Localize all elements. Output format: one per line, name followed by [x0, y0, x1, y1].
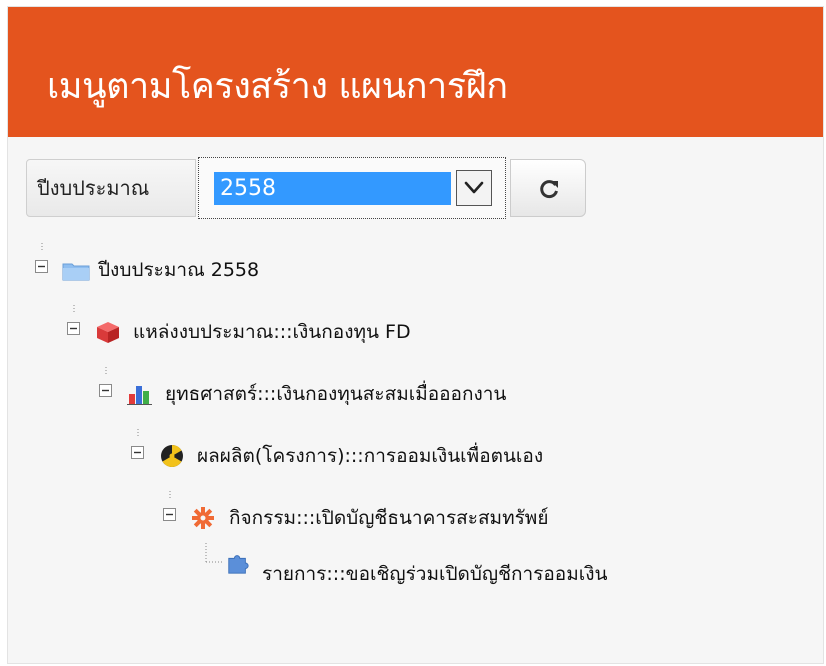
collapse-icon[interactable] [35, 260, 48, 273]
gear-icon [192, 507, 214, 529]
collapse-icon[interactable] [131, 446, 144, 459]
folder-icon [62, 263, 90, 281]
collapse-icon[interactable] [163, 508, 176, 521]
collapse-icon[interactable] [99, 384, 112, 397]
puzzle-icon [228, 555, 249, 574]
tree-node-label[interactable]: กิจกรรม:::เปิดบัญชีธนาคารสะสมทรัพย์ [229, 506, 548, 530]
tree-node-label[interactable]: ผลผลิต(โครงการ):::การออมเงินเพื่อตนเอง [197, 444, 543, 468]
menu-panel: เมนูตามโครงสร้าง แผนการฝึก ปีงบประมาณ 25… [7, 6, 824, 664]
tree-node-label[interactable]: ปีงบประมาณ 2558 [98, 258, 259, 282]
tree-node-label[interactable]: รายการ:::ขอเชิญร่วมเปิดบัญชีการออมเงิน [262, 562, 608, 586]
tree-node-label[interactable]: ยุทธศาสตร์:::เงินกองทุนสะสมเมื่อออกงาน [165, 382, 506, 406]
cube-icon [97, 322, 119, 343]
tree-node-label[interactable]: แหล่งงบประมาณ:::เงินกองทุน FD [133, 320, 411, 344]
radiation-icon [161, 445, 183, 467]
bar-chart-icon [127, 386, 152, 405]
collapse-icon[interactable] [67, 322, 80, 335]
